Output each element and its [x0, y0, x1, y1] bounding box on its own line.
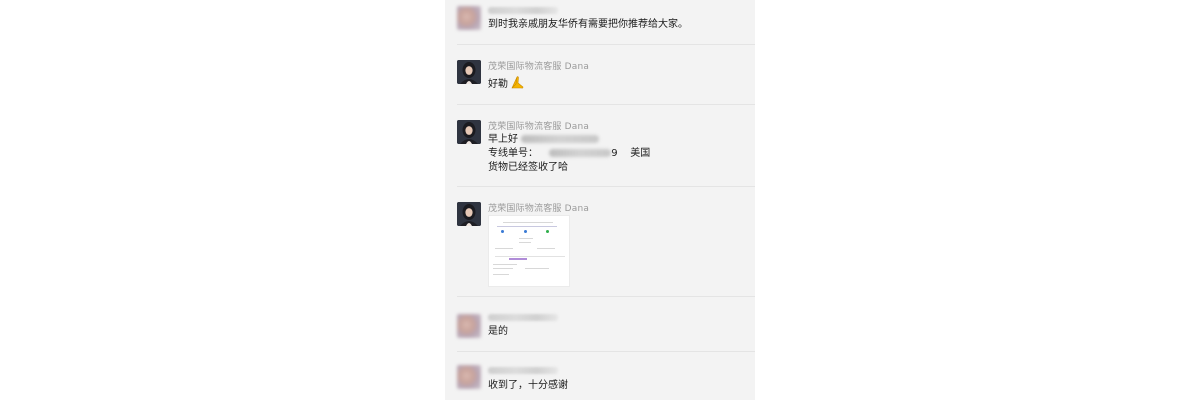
message-text: 好勒	[488, 75, 525, 93]
image-attachment-thumbnail[interactable]	[488, 215, 570, 287]
sender-name: 茂荣国际物流客服 Dana	[488, 122, 590, 132]
sender-name-redacted	[488, 7, 558, 14]
sender-name-redacted	[488, 314, 558, 321]
avatar[interactable]	[457, 120, 481, 144]
message-text: 是的	[488, 326, 508, 337]
folded-hands-icon	[510, 75, 525, 93]
redacted-tracking-number	[549, 149, 612, 157]
message-line: 早上好	[488, 133, 600, 146]
sender-name: 茂荣国际物流客服 Dana	[488, 204, 590, 214]
chat-history-panel: 到时我亲戚朋友华侨有需要把你推荐给大家。 茂荣国际物流客服 Dana 好勒 茂荣…	[445, 0, 755, 400]
message-text-body: 好勒	[488, 79, 508, 90]
message-line: 专线单号： 9 美国	[488, 147, 650, 160]
chat-message: 茂荣国际物流客服 Dana	[445, 186, 755, 296]
avatar[interactable]	[457, 365, 481, 389]
person-photo-icon	[457, 202, 481, 226]
message-text: 收到了，十分感谢	[488, 380, 568, 391]
chat-message: 茂荣国际物流客服 Dana 好勒	[445, 44, 755, 104]
message-text-body: 早上好	[488, 134, 518, 145]
chat-message: 收到了，十分感谢	[445, 351, 755, 400]
person-photo-icon	[457, 60, 481, 84]
message-text-body: 货物已经签收了哈	[488, 162, 568, 173]
avatar[interactable]	[457, 60, 481, 84]
avatar[interactable]	[457, 314, 481, 338]
message-text: 到时我亲戚朋友华侨有需要把你推荐给大家。	[488, 19, 688, 30]
message-text-body: 9 美国	[611, 148, 651, 159]
sender-name: 茂荣国际物流客服 Dana	[488, 62, 590, 72]
chat-message: 是的	[445, 296, 755, 351]
avatar[interactable]	[457, 202, 481, 226]
person-photo-icon	[457, 120, 481, 144]
redacted-name	[521, 135, 600, 143]
message-line: 货物已经签收了哈	[488, 161, 568, 174]
avatar[interactable]	[457, 6, 481, 30]
chat-message: 到时我亲戚朋友华侨有需要把你推荐给大家。	[445, 0, 755, 44]
message-text-body: 专线单号：	[488, 148, 538, 159]
chat-message: 茂荣国际物流客服 Dana 早上好 专线单号： 9 美国 货物已经签收了哈	[445, 104, 755, 186]
sender-name-redacted	[488, 367, 558, 374]
